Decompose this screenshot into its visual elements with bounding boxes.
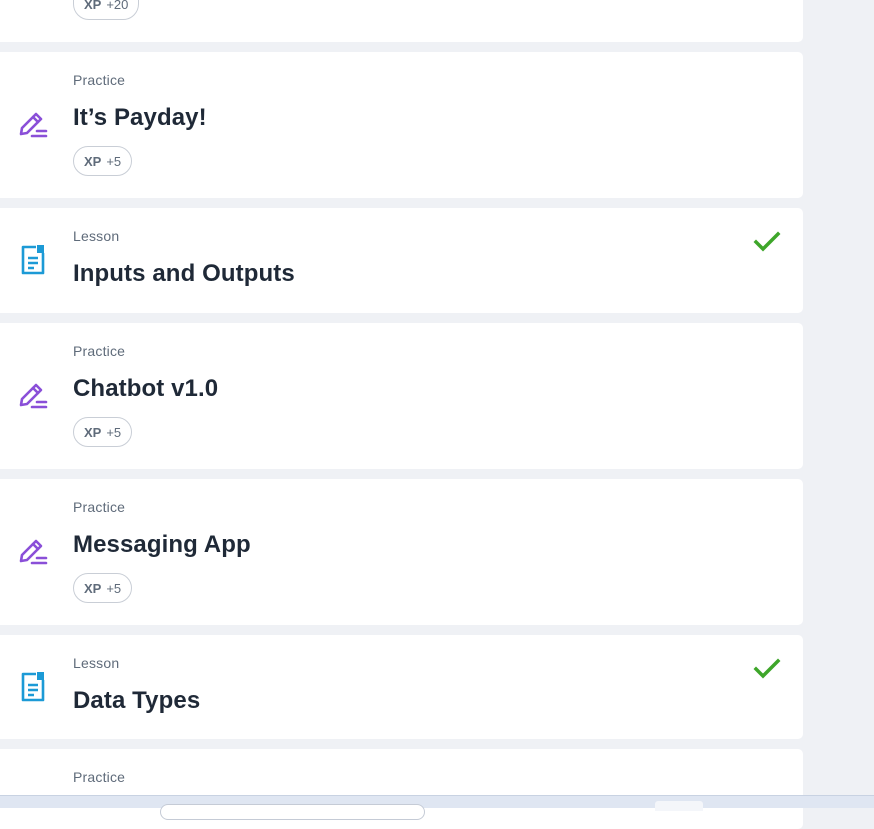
document-icon (16, 670, 50, 704)
pencil-icon (16, 378, 50, 412)
item-type-label: Practice (73, 72, 126, 88)
item-type-label: Practice (73, 499, 126, 515)
xp-label: XP (84, 153, 102, 169)
list-item[interactable]: Lesson Inputs and Outputs (0, 208, 803, 313)
list-item[interactable]: Practice Messaging App XP +5 (0, 479, 803, 625)
completed-check-icon (752, 229, 782, 255)
xp-label: XP (84, 580, 102, 596)
item-title: Data Types (73, 687, 201, 714)
pencil-icon (16, 107, 50, 141)
item-type-label: Lesson (73, 655, 120, 671)
xp-value: +20 (106, 0, 129, 12)
xp-label: XP (84, 0, 102, 12)
taskbar (0, 795, 874, 820)
pencil-icon (16, 534, 50, 568)
completed-check-icon (752, 656, 782, 682)
xp-value: +5 (106, 580, 122, 596)
item-title: It’s Payday! (73, 104, 207, 131)
taskbar-app-button[interactable] (655, 801, 703, 811)
item-title: Chatbot v1.0 (73, 375, 219, 402)
taskbar-search-box[interactable] (160, 804, 425, 820)
xp-badge: XP +5 (73, 146, 133, 176)
xp-value: +5 (106, 424, 122, 440)
document-icon (16, 243, 50, 277)
list-item[interactable]: Practice It’s Payday! XP +5 (0, 52, 803, 198)
xp-value: +5 (106, 153, 122, 169)
item-type-label: Practice (73, 343, 126, 359)
xp-badge: XP +20 (73, 0, 140, 20)
xp-label: XP (84, 424, 102, 440)
list-item[interactable]: Practice Chatbot v1.0 XP +5 (0, 323, 803, 469)
item-title: Inputs and Outputs (73, 260, 295, 287)
item-title: Messaging App (73, 531, 251, 558)
xp-badge: XP +5 (73, 417, 133, 447)
item-type-label: Practice (73, 769, 126, 785)
list-item[interactable]: Lesson Data Types (0, 635, 803, 739)
item-type-label: Lesson (73, 228, 120, 244)
list-item[interactable]: XP +20 (0, 0, 803, 42)
xp-badge: XP +5 (73, 573, 133, 603)
